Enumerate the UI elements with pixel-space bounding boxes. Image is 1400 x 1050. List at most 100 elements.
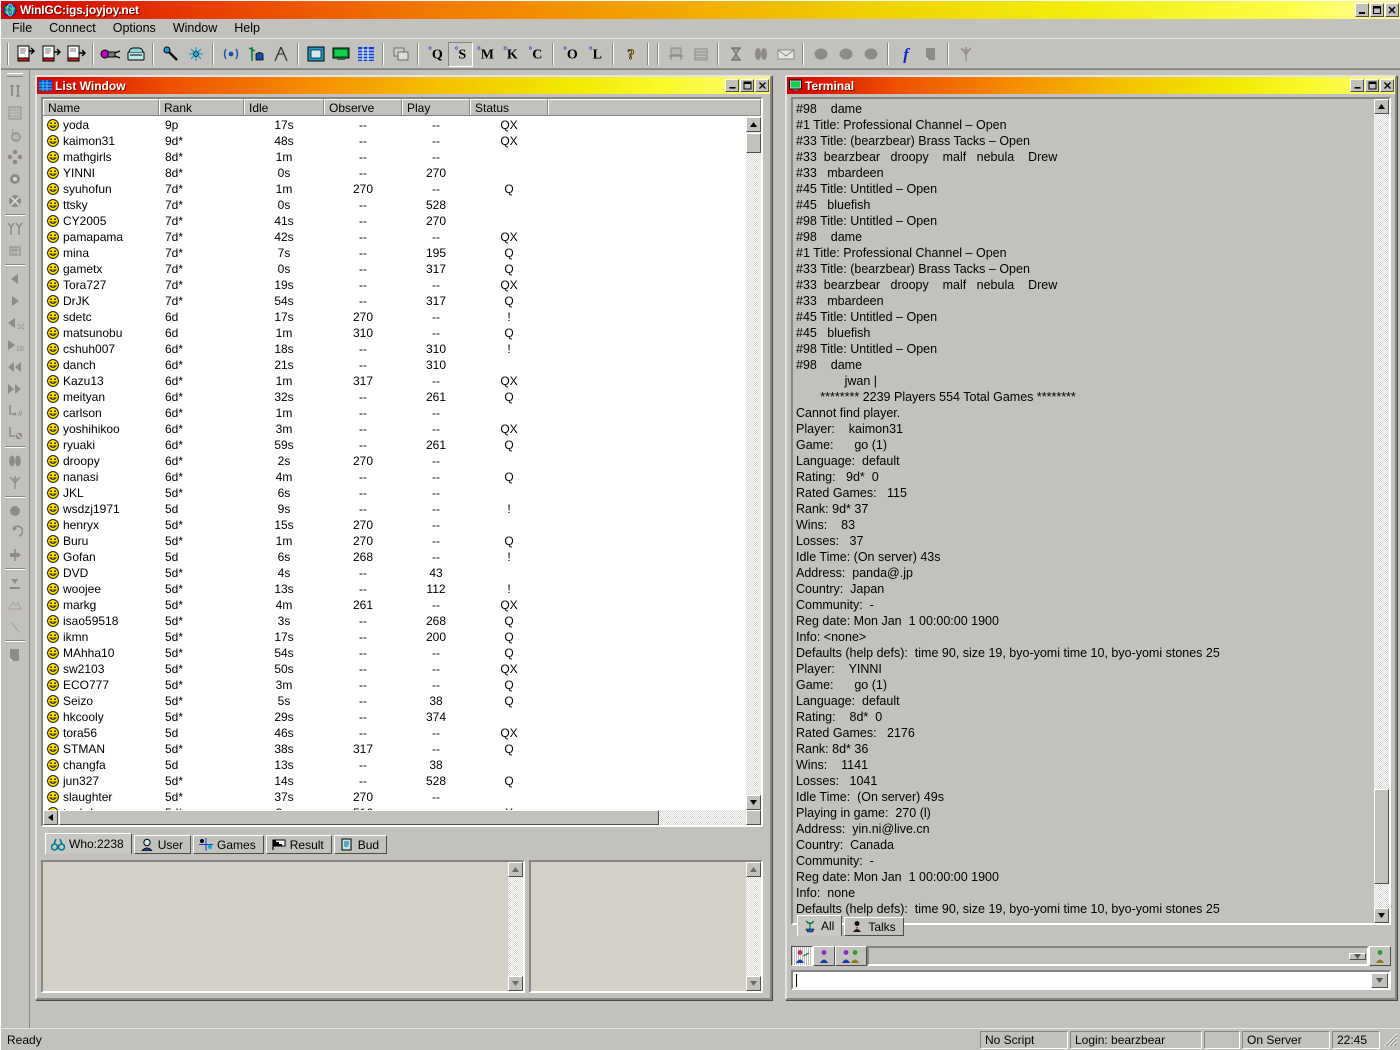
forward-10-button[interactable]: 10 bbox=[3, 334, 28, 356]
list-detail-panel-right[interactable] bbox=[529, 860, 763, 993]
terminal-minimize-button[interactable] bbox=[1350, 79, 1364, 92]
table-row[interactable]: ikmn5d*17s--200Q bbox=[43, 629, 746, 645]
move-number-button[interactable]: 12 bbox=[3, 124, 28, 146]
table-row[interactable]: yoda9p17s----QX bbox=[43, 117, 746, 133]
menu-options[interactable]: Options bbox=[105, 19, 165, 38]
tab-who[interactable]: Who:2238 bbox=[45, 833, 132, 854]
tournament-button[interactable] bbox=[663, 42, 688, 67]
scroll-down-button[interactable] bbox=[746, 795, 761, 810]
connect-button[interactable] bbox=[98, 42, 123, 67]
list-minimize-button[interactable] bbox=[725, 79, 739, 92]
table-row[interactable]: sdetc6d17s270--! bbox=[43, 309, 746, 325]
board-window-button[interactable] bbox=[303, 42, 328, 67]
tell-target-button[interactable] bbox=[813, 946, 835, 966]
fireworks-button[interactable] bbox=[953, 42, 978, 67]
tab-result[interactable]: Result bbox=[266, 835, 332, 854]
compass-button[interactable] bbox=[268, 42, 293, 67]
terminal-close-button[interactable] bbox=[1380, 79, 1394, 92]
sparkle-button[interactable] bbox=[183, 42, 208, 67]
table-row[interactable]: tora565d46s----QX bbox=[43, 725, 746, 741]
quiet-toggle-button[interactable]: °Q bbox=[423, 42, 448, 67]
grid-button[interactable] bbox=[3, 102, 28, 124]
right-panel-vscrollbar[interactable] bbox=[746, 862, 761, 991]
tab-user[interactable]: User bbox=[134, 835, 191, 854]
teaching-button[interactable] bbox=[243, 42, 268, 67]
tab-talks[interactable]: Talks bbox=[844, 917, 903, 936]
list-window-button[interactable] bbox=[353, 42, 378, 67]
scroll-up-button[interactable] bbox=[508, 862, 523, 877]
table-row[interactable]: markg5d*4m261--QX bbox=[43, 597, 746, 613]
ladder-button[interactable] bbox=[688, 42, 713, 67]
target-button[interactable] bbox=[3, 168, 28, 190]
scroll-up-button[interactable] bbox=[746, 117, 761, 132]
shout-toggle-button[interactable]: °S bbox=[448, 42, 473, 67]
rewind-button[interactable] bbox=[3, 356, 28, 378]
fireworks2-button[interactable] bbox=[3, 472, 28, 494]
table-row[interactable]: kaimon319d*48s----QX bbox=[43, 133, 746, 149]
mail-button[interactable] bbox=[773, 42, 798, 67]
scroll-down-button[interactable] bbox=[746, 976, 761, 991]
push-right-button[interactable] bbox=[3, 544, 28, 566]
table-row[interactable]: hkcooly5d*29s--374 bbox=[43, 709, 746, 725]
column-header-spare[interactable] bbox=[548, 99, 761, 115]
stone-button[interactable] bbox=[3, 500, 28, 522]
close-button[interactable] bbox=[1385, 3, 1399, 17]
table-row[interactable]: pamapama7d*42s----QX bbox=[43, 229, 746, 245]
coordinates-button[interactable] bbox=[3, 80, 28, 102]
table-row[interactable]: YINNI8d*0s--270 bbox=[43, 165, 746, 181]
menu-connect[interactable]: Connect bbox=[41, 19, 105, 38]
cascade-windows-button[interactable] bbox=[388, 42, 413, 67]
column-header-observe[interactable]: Observe bbox=[324, 99, 402, 115]
score-button[interactable]: f bbox=[893, 42, 918, 67]
step-back-button[interactable] bbox=[3, 268, 28, 290]
telephone-button[interactable] bbox=[123, 42, 148, 67]
mountain-button[interactable] bbox=[3, 594, 28, 616]
main-title-bar[interactable]: WinIGC:igs.joyjoy.net bbox=[1, 1, 1400, 19]
player-list-vscrollbar[interactable] bbox=[746, 117, 761, 810]
player-list-box[interactable]: Name Rank Idle Observe Play Status yoda9… bbox=[41, 97, 763, 827]
target-combo-box[interactable] bbox=[867, 946, 1369, 966]
group-target-button[interactable] bbox=[835, 946, 867, 966]
scroll-down-button[interactable] bbox=[1374, 908, 1389, 923]
line-button[interactable] bbox=[3, 616, 28, 638]
table-row[interactable]: yoshihikoo6d*3m----QX bbox=[43, 421, 746, 437]
table-row[interactable]: slaughter5d*37s270-- bbox=[43, 789, 746, 805]
list-maximize-button[interactable] bbox=[740, 79, 754, 92]
table-row[interactable]: mina7d*7s--195Q bbox=[43, 245, 746, 261]
tab-games[interactable]: Games bbox=[193, 835, 264, 854]
list-detail-panel-left[interactable] bbox=[41, 860, 525, 993]
variation-button[interactable] bbox=[3, 240, 28, 262]
shout-target-button[interactable] bbox=[791, 946, 813, 966]
two-stones-button[interactable] bbox=[3, 450, 28, 472]
table-row[interactable]: isao595185d*3s--268Q bbox=[43, 613, 746, 629]
table-row[interactable]: droopy6d*2s270-- bbox=[43, 453, 746, 469]
stones-button[interactable] bbox=[748, 42, 773, 67]
table-row[interactable]: ryuaki6d*59s--261Q bbox=[43, 437, 746, 453]
help-button[interactable]: ? bbox=[618, 42, 643, 67]
table-row[interactable]: matsunobu6d1m310--Q bbox=[43, 325, 746, 341]
table-row[interactable]: woojee5d*13s--112! bbox=[43, 581, 746, 597]
undo-button[interactable] bbox=[3, 522, 28, 544]
fast-forward-button[interactable] bbox=[3, 378, 28, 400]
terminal-vscrollbar[interactable] bbox=[1374, 99, 1389, 923]
table-row[interactable]: CY20057d*41s--270 bbox=[43, 213, 746, 229]
goto-move-button[interactable]: # bbox=[3, 400, 28, 422]
circle-1-button[interactable] bbox=[808, 42, 833, 67]
terminal-maximize-button[interactable] bbox=[1365, 79, 1379, 92]
command-history-dropdown-button[interactable] bbox=[1371, 973, 1388, 988]
no-entry-button[interactable] bbox=[3, 190, 28, 212]
match-toggle-button[interactable]: °M bbox=[473, 42, 498, 67]
table-row[interactable]: nanasi6d*4m----Q bbox=[43, 469, 746, 485]
rail-grip[interactable] bbox=[7, 73, 23, 77]
paste-button[interactable] bbox=[918, 42, 943, 67]
command-input-row[interactable] bbox=[791, 970, 1391, 990]
open-game-button[interactable] bbox=[13, 42, 38, 67]
table-row[interactable]: STMAN5d*38s317--Q bbox=[43, 741, 746, 757]
table-row[interactable]: Tora7277d*19s----QX bbox=[43, 277, 746, 293]
tab-bud[interactable]: Bud bbox=[334, 835, 387, 854]
table-row[interactable]: Kazu136d*1m317--QX bbox=[43, 373, 746, 389]
table-row[interactable]: ECO7775d*3m----Q bbox=[43, 677, 746, 693]
table-row[interactable]: carlson6d*1m---- bbox=[43, 405, 746, 421]
save-as-game-button[interactable] bbox=[63, 42, 88, 67]
magic-wand-button[interactable] bbox=[158, 42, 183, 67]
